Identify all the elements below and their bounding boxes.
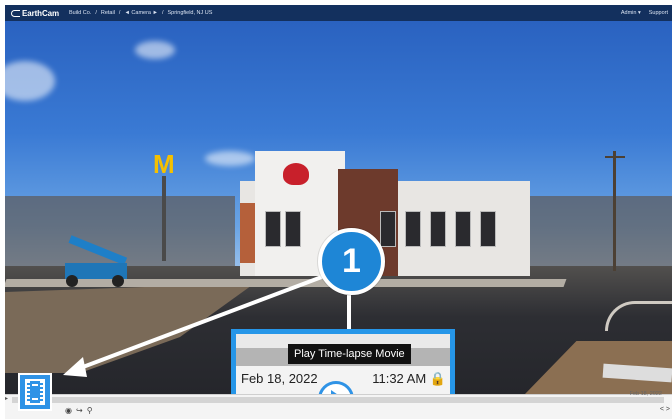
logo-camera-icon xyxy=(11,9,20,17)
timeline-nav-arrows[interactable]: < > xyxy=(660,406,670,413)
window xyxy=(430,211,446,247)
cloud xyxy=(5,61,55,101)
utility-crossbar xyxy=(605,156,625,158)
lift-wheel xyxy=(112,275,124,287)
lock-icon[interactable]: 🔒 xyxy=(430,371,446,386)
step-number-badge: 1 xyxy=(318,228,385,295)
timeline-bar[interactable]: ▸ Feb 18, 2022 ◉ ↪ ⚲ < > xyxy=(5,391,672,419)
boom-lift xyxy=(60,235,138,287)
window xyxy=(380,211,396,247)
breadcrumb-company[interactable]: Build Co. xyxy=(69,10,91,16)
timeline-date: Feb 18, 2022 xyxy=(629,391,662,397)
window xyxy=(265,211,281,247)
support-link[interactable]: Support xyxy=(649,10,668,16)
breadcrumb-separator: / xyxy=(95,10,97,16)
top-right-menu: Admin ▾ Support xyxy=(621,10,672,16)
timelapse-film-button[interactable] xyxy=(18,373,52,411)
admin-menu[interactable]: Admin ▾ xyxy=(621,10,641,16)
breadcrumb-separator: / xyxy=(118,10,121,16)
timeline-track[interactable] xyxy=(12,397,664,403)
earthcam-logo[interactable]: EarthCam xyxy=(5,9,59,18)
camera-app: EarthCam Build Co. / Retail / ◄ Camera ►… xyxy=(5,5,672,419)
window xyxy=(405,211,421,247)
window xyxy=(480,211,496,247)
breadcrumb: Build Co. / Retail / ◄ Camera ► / Spring… xyxy=(69,10,212,16)
film-strip-icon xyxy=(25,379,45,405)
share-icon[interactable]: ↪ xyxy=(76,406,83,415)
lift-arm xyxy=(68,235,128,266)
top-navigation-bar: EarthCam Build Co. / Retail / ◄ Camera ►… xyxy=(5,5,672,21)
sign-pole xyxy=(162,176,166,261)
camera-snapshot-icon[interactable]: ◉ xyxy=(65,406,72,415)
breadcrumb-camera-switcher[interactable]: ◄ Camera ► xyxy=(124,10,158,16)
lift-wheel xyxy=(66,275,78,287)
timeline-expand-arrow[interactable]: ▸ xyxy=(5,395,8,402)
cloud xyxy=(135,41,175,59)
film-frame xyxy=(32,384,38,400)
timeline-tools: ◉ ↪ ⚲ xyxy=(65,406,93,415)
window xyxy=(455,211,471,247)
breadcrumb-location[interactable]: Springfield, NJ US xyxy=(168,10,213,16)
brand-name: EarthCam xyxy=(22,8,59,18)
building-accent xyxy=(240,203,255,263)
arches-sign: M xyxy=(153,149,175,179)
user-icon[interactable]: ⚲ xyxy=(87,406,93,415)
tree-line xyxy=(510,196,672,266)
utility-pole xyxy=(613,151,616,271)
play-timelapse-tooltip: Play Time-lapse Movie xyxy=(288,344,411,364)
breadcrumb-category[interactable]: Retail xyxy=(101,10,115,16)
window xyxy=(285,211,301,247)
building-logo-sign xyxy=(283,163,309,185)
breadcrumb-separator: / xyxy=(161,10,164,16)
